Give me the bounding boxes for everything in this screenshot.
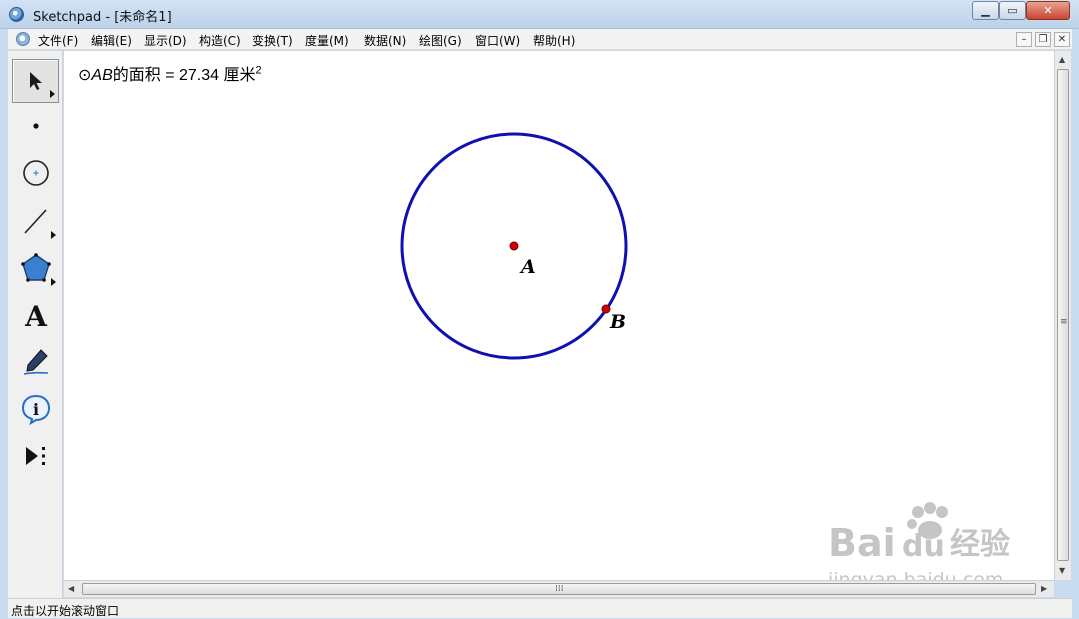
arrow-cursor-icon [29, 72, 42, 90]
menu-construct[interactable]: 构造(C) [199, 32, 241, 49]
submenu-arrow-icon [51, 278, 56, 286]
svg-text:i: i [32, 400, 38, 419]
text-a-icon: A [24, 300, 48, 330]
sketchpad-app-icon [9, 7, 24, 22]
menu-graph[interactable]: 绘图(G) [419, 32, 462, 49]
line-segment-icon [23, 209, 47, 234]
point-a[interactable] [509, 241, 519, 251]
polygon-tool[interactable] [12, 246, 59, 290]
text-tool[interactable]: A [12, 293, 59, 337]
status-bar: 点击以开始滚动窗口 [8, 598, 1072, 618]
pentagon-icon [20, 253, 51, 282]
selection-arrow-tool[interactable] [12, 59, 59, 103]
document-restore-button[interactable]: ❐ [1035, 32, 1051, 47]
watermark-product: 经验 [950, 527, 1010, 562]
marker-pen-icon [23, 349, 48, 375]
submenu-arrow-icon [51, 231, 56, 239]
maximize-button[interactable]: ▭ [999, 1, 1026, 20]
scroll-left-arrow-icon[interactable]: ◀ [68, 584, 74, 593]
point-b-label[interactable]: B [609, 311, 626, 333]
marker-tool[interactable] [12, 340, 59, 384]
menu-measure[interactable]: 度量(M) [305, 32, 349, 49]
baidu-paw-logo-icon: Bai du 经验 jingyan.baidu.com [827, 502, 1010, 591]
minimize-button[interactable]: ▁ [972, 1, 999, 20]
svg-text:A: A [24, 300, 48, 330]
straightedge-tool[interactable] [12, 199, 59, 243]
menu-file[interactable]: 文件(F) [38, 32, 78, 49]
toolbox: A i [8, 51, 63, 598]
menu-window[interactable]: 窗口(W) [475, 32, 520, 49]
point-icon [32, 123, 39, 129]
menu-display[interactable]: 显示(D) [144, 32, 187, 49]
document-close-button[interactable]: ✕ [1054, 32, 1070, 47]
menu-data[interactable]: 数据(N) [364, 32, 406, 49]
custom-tool[interactable] [12, 434, 59, 478]
horizontal-scroll-thumb[interactable]: ⁞⁞⁞ [82, 583, 1036, 595]
scroll-down-arrow-icon[interactable]: ▼ [1059, 566, 1065, 575]
document-minimize-button[interactable]: – [1016, 32, 1032, 47]
scroll-up-arrow-icon[interactable]: ▲ [1059, 55, 1065, 64]
grip-icon: ≡ [1060, 317, 1068, 327]
vertical-scroll-thumb[interactable]: ≡ [1057, 69, 1069, 561]
document-icon[interactable] [16, 32, 30, 46]
menu-transform[interactable]: 变换(T) [252, 32, 293, 49]
submenu-arrow-icon [50, 90, 55, 98]
watermark-brand: Bai [828, 521, 896, 565]
point-b[interactable] [601, 304, 611, 314]
close-button[interactable]: ✕ [1026, 1, 1070, 20]
menu-edit[interactable]: 编辑(E) [91, 32, 132, 49]
information-tool[interactable]: i [12, 387, 59, 431]
compass-circle-icon [22, 160, 49, 186]
scroll-right-arrow-icon[interactable]: ▶ [1041, 584, 1047, 593]
horizontal-scrollbar[interactable]: ◀ ⁞⁞⁞ ▶ [64, 580, 1054, 597]
title-bar[interactable]: Sketchpad - [未命名1] ▁ ▭ ✕ [0, 0, 1079, 29]
information-icon: i [21, 394, 50, 425]
window-title: Sketchpad - [未命名1] [33, 10, 172, 25]
sketchpad-window: Sketchpad - [未命名1] ▁ ▭ ✕ 文件(F) 编辑(E) 显示(… [0, 0, 1079, 618]
status-text: 点击以开始滚动窗口 [11, 604, 120, 618]
custom-tools-icon [25, 447, 45, 465]
compass-tool[interactable] [12, 151, 59, 195]
point-tool[interactable] [12, 104, 59, 148]
menu-bar: 文件(F) 编辑(E) 显示(D) 构造(C) 变换(T) 度量(M) 数据(N… [8, 29, 1072, 50]
menu-help[interactable]: 帮助(H) [533, 32, 575, 49]
grip-icon: ⁞⁞⁞ [555, 584, 564, 594]
watermark-brand-du: du [902, 529, 945, 564]
point-a-label[interactable]: A [519, 256, 536, 278]
baidu-jingyan-watermark: Bai du 经验 jingyan.baidu.com [826, 494, 1026, 594]
vertical-scrollbar[interactable]: ▲ ≡ ▼ [1054, 51, 1071, 580]
